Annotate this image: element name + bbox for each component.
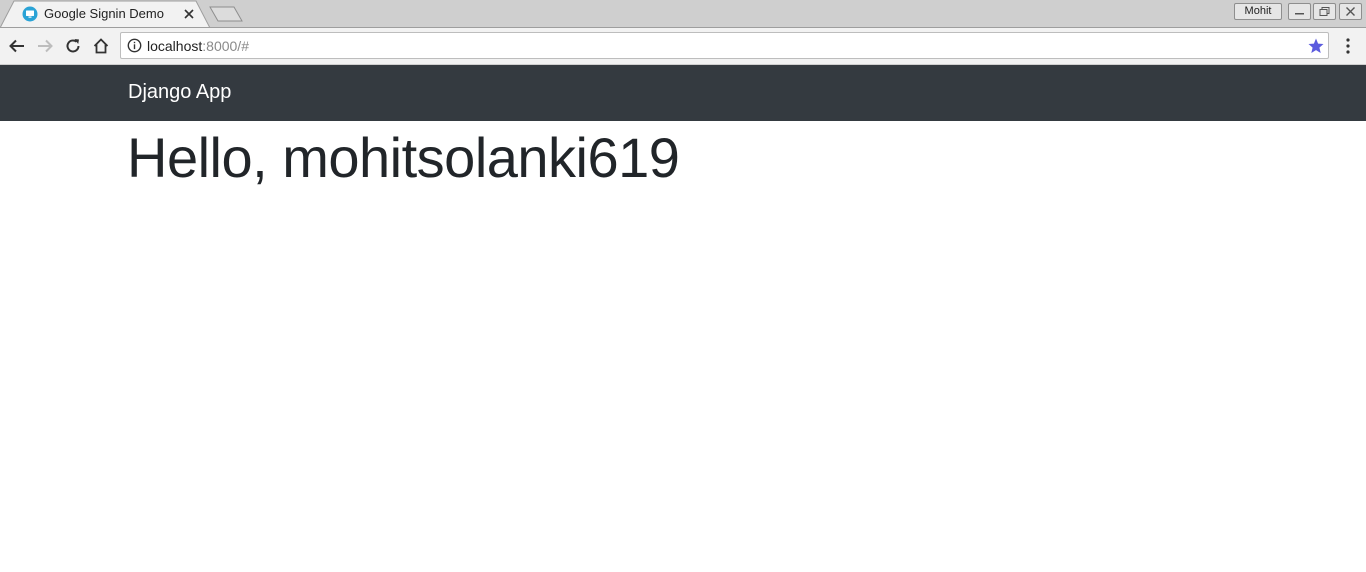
tab-strip: Google Signin Demo Mohit bbox=[0, 0, 1366, 28]
profile-button[interactable]: Mohit bbox=[1234, 3, 1282, 20]
back-arrow-icon[interactable] bbox=[8, 37, 26, 55]
greeting-heading: Hello, mohitsolanki619 bbox=[127, 126, 680, 189]
url-path: :8000/# bbox=[202, 38, 249, 54]
navbar-brand[interactable]: Django App bbox=[128, 81, 231, 104]
restore-button[interactable] bbox=[1313, 3, 1336, 20]
new-tab-button[interactable] bbox=[206, 6, 244, 22]
browser-toolbar: localhost:8000/# bbox=[0, 28, 1366, 65]
home-icon[interactable] bbox=[92, 37, 110, 55]
url-text[interactable]: localhost:8000/# bbox=[147, 38, 249, 54]
minimize-button[interactable] bbox=[1288, 3, 1311, 20]
address-bar[interactable]: localhost:8000/# bbox=[120, 32, 1329, 59]
site-navbar: Django App bbox=[0, 65, 1366, 121]
tab-title: Google Signin Demo bbox=[44, 6, 164, 21]
forward-arrow-icon[interactable] bbox=[36, 37, 54, 55]
info-icon[interactable] bbox=[127, 38, 142, 53]
window-close-button[interactable] bbox=[1339, 3, 1362, 20]
close-icon bbox=[1346, 7, 1355, 16]
tab-close-icon[interactable] bbox=[181, 6, 197, 22]
kebab-menu-icon[interactable] bbox=[1340, 36, 1356, 56]
minimize-icon bbox=[1295, 13, 1304, 15]
url-host: localhost bbox=[147, 38, 203, 54]
restore-icon bbox=[1319, 7, 1330, 16]
bookmark-star-icon[interactable] bbox=[1307, 37, 1325, 55]
reload-icon[interactable] bbox=[64, 37, 82, 55]
monitor-icon bbox=[22, 6, 38, 22]
